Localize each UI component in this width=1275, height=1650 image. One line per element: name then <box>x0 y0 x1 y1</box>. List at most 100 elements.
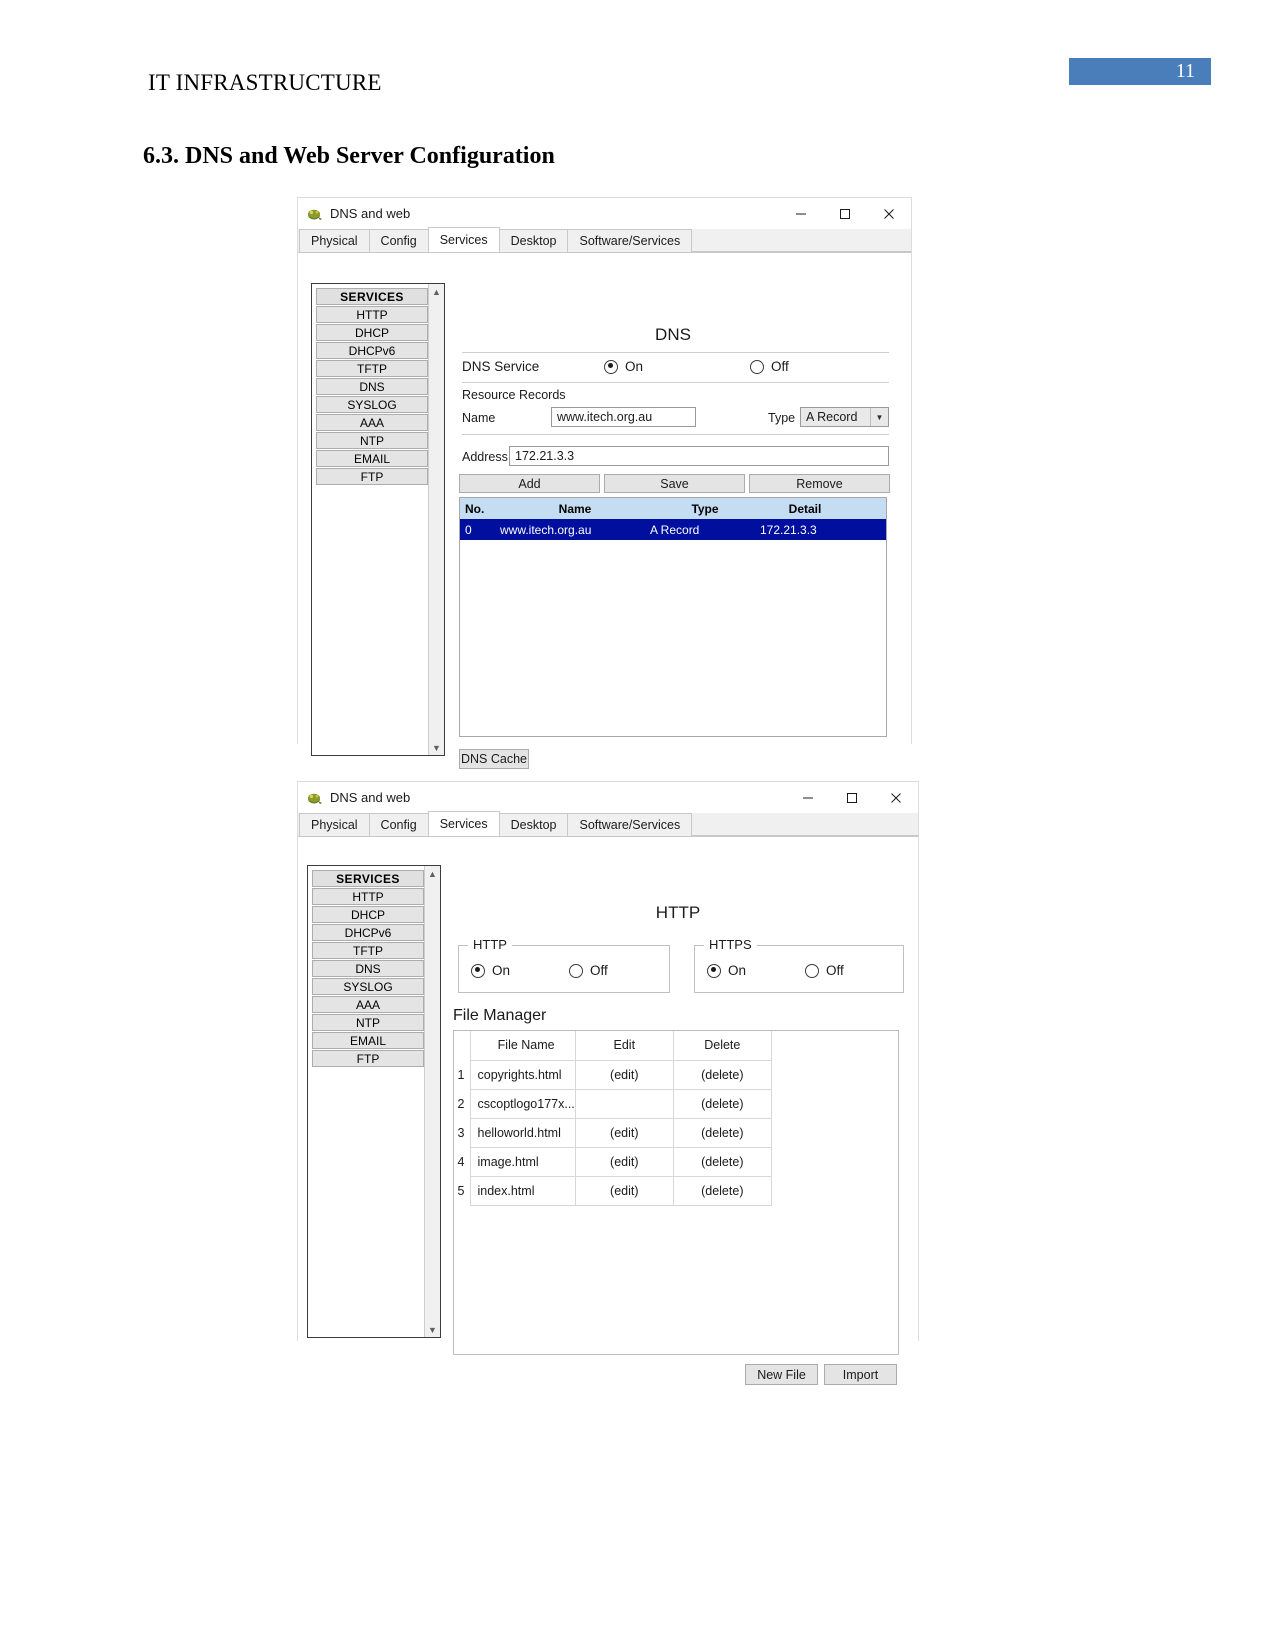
minimize-icon[interactable] <box>786 782 830 813</box>
tab-software-services[interactable]: Software/Services <box>567 229 693 252</box>
row-file-name: image.html <box>469 1146 576 1177</box>
sidebar-item-aaa[interactable]: AAA <box>312 996 424 1013</box>
sidebar-item-dhcpv6[interactable]: DHCPv6 <box>312 924 424 941</box>
row-delete-link[interactable]: (delete) <box>672 1117 772 1148</box>
chevron-up-icon[interactable]: ▲ <box>425 866 440 881</box>
sidebar-item-email[interactable]: EMAIL <box>312 1032 424 1049</box>
row-delete-link[interactable]: (delete) <box>672 1175 772 1206</box>
close-icon[interactable] <box>874 782 918 813</box>
sidebar-item-syslog[interactable]: SYSLOG <box>312 978 424 995</box>
tab-config[interactable]: Config <box>368 813 429 836</box>
file-manager-table: File Name Edit Delete 1 copyrights.html … <box>454 1031 772 1206</box>
add-button[interactable]: Add <box>459 474 600 493</box>
dns-service-label: DNS Service <box>462 359 540 374</box>
https-group-legend: HTTPS <box>704 937 757 952</box>
dns-service-off-radio[interactable]: Off <box>750 359 789 374</box>
new-file-button[interactable]: New File <box>745 1364 818 1385</box>
sidebar-item-syslog[interactable]: SYSLOG <box>316 396 428 413</box>
sidebar-item-dhcpv6[interactable]: DHCPv6 <box>316 342 428 359</box>
row-delete-link[interactable]: (delete) <box>672 1088 772 1119</box>
table-row: 3 helloworld.html (edit) (delete) <box>454 1117 772 1148</box>
sidebar-item-dhcp[interactable]: DHCP <box>316 324 428 341</box>
sidebar-item-tftp[interactable]: TFTP <box>316 360 428 377</box>
packet-tracer-device-icon <box>307 790 323 806</box>
divider-under-service <box>462 382 889 383</box>
sidebar-item-ftp[interactable]: FTP <box>312 1050 424 1067</box>
https-on-radio[interactable]: On <box>707 963 746 978</box>
table-row: 4 image.html (edit) (delete) <box>454 1146 772 1177</box>
sidebar-item-ntp[interactable]: NTP <box>316 432 428 449</box>
name-input[interactable]: www.itech.org.au <box>551 407 696 427</box>
sidebar-item-dns[interactable]: DNS <box>312 960 424 977</box>
https-group: HTTPS On Off <box>694 937 904 993</box>
packet-tracer-device-icon <box>307 206 323 222</box>
tab-desktop[interactable]: Desktop <box>498 813 569 836</box>
tab-software-services[interactable]: Software/Services <box>567 813 693 836</box>
http-off-radio[interactable]: Off <box>569 963 608 978</box>
https-on-label: On <box>728 963 747 978</box>
http-window-controls <box>786 782 918 813</box>
dns-content-pane: DNS DNS Service On Off Resource Records … <box>458 283 898 769</box>
column-header-type: Type <box>691 501 719 516</box>
dns-service-off-label: Off <box>771 359 789 374</box>
chevron-down-icon[interactable]: ▼ <box>870 408 888 426</box>
tab-services[interactable]: Services <box>427 811 500 836</box>
sidebar-scrollbar[interactable]: ▲ ▼ <box>424 866 440 1337</box>
chevron-up-icon[interactable]: ▲ <box>429 284 444 299</box>
row-edit-link[interactable]: (edit) <box>574 1175 674 1206</box>
chevron-down-icon[interactable]: ▼ <box>429 740 444 755</box>
dns-service-on-radio[interactable]: On <box>604 359 643 374</box>
sidebar-item-dns[interactable]: DNS <box>316 378 428 395</box>
section-heading: 6.3. DNS and Web Server Configuration <box>143 143 555 169</box>
close-icon[interactable] <box>867 198 911 229</box>
maximize-icon[interactable] <box>830 782 874 813</box>
tab-desktop[interactable]: Desktop <box>498 229 569 252</box>
row-file-name: helloworld.html <box>469 1117 576 1148</box>
row-index: 2 <box>457 1096 465 1111</box>
sidebar-item-aaa[interactable]: AAA <box>316 414 428 431</box>
tab-physical[interactable]: Physical <box>299 813 370 836</box>
http-services-list: SERVICES HTTP DHCP DHCPv6 TFTP DNS SYSLO… <box>312 870 424 1068</box>
sidebar-item-ntp[interactable]: NTP <box>312 1014 424 1031</box>
http-content-pane: HTTP HTTP On Off HTTPS On Off File Manag… <box>453 865 908 1385</box>
tab-physical[interactable]: Physical <box>299 229 370 252</box>
sidebar-item-email[interactable]: EMAIL <box>316 450 428 467</box>
sidebar-item-http[interactable]: HTTP <box>316 306 428 323</box>
file-manager-header-row: File Name Edit Delete <box>454 1031 772 1061</box>
http-panel-title: HTTP <box>655 903 701 922</box>
minimize-icon[interactable] <box>779 198 823 229</box>
sidebar-scrollbar[interactable]: ▲ ▼ <box>428 284 444 755</box>
row-edit-link <box>574 1088 674 1119</box>
name-label: Name <box>462 411 496 425</box>
row-delete-link[interactable]: (delete) <box>672 1059 772 1090</box>
address-label: Address <box>462 450 508 464</box>
sidebar-item-tftp[interactable]: TFTP <box>312 942 424 959</box>
save-button[interactable]: Save <box>604 474 745 493</box>
row-edit-link[interactable]: (edit) <box>574 1059 674 1090</box>
remove-button[interactable]: Remove <box>749 474 890 493</box>
tab-services[interactable]: Services <box>427 227 500 252</box>
http-on-radio[interactable]: On <box>471 963 510 978</box>
tab-config[interactable]: Config <box>368 229 429 252</box>
records-table-header: No. Name Type Detail <box>460 498 886 519</box>
column-header-index <box>454 1031 470 1060</box>
http-group-legend: HTTP <box>468 937 512 952</box>
type-select[interactable]: A Record ▼ <box>800 407 889 427</box>
import-button[interactable]: Import <box>824 1364 897 1385</box>
maximize-icon[interactable] <box>823 198 867 229</box>
row-delete-link[interactable]: (delete) <box>672 1146 772 1177</box>
https-off-radio[interactable]: Off <box>805 963 844 978</box>
http-tab-strip: Physical Config Services Desktop Softwar… <box>298 811 918 837</box>
row-edit-link[interactable]: (edit) <box>574 1146 674 1177</box>
address-input[interactable]: 172.21.3.3 <box>509 446 889 466</box>
row-edit-link[interactable]: (edit) <box>574 1117 674 1148</box>
dns-records-table[interactable]: No. Name Type Detail 0 www.itech.org.au … <box>459 497 887 737</box>
chevron-down-icon[interactable]: ▼ <box>425 1322 440 1337</box>
sidebar-item-http[interactable]: HTTP <box>312 888 424 905</box>
sidebar-item-ftp[interactable]: FTP <box>316 468 428 485</box>
row-index: 4 <box>457 1154 465 1169</box>
table-row[interactable]: 0 www.itech.org.au A Record 172.21.3.3 <box>460 519 886 540</box>
column-header-delete: Delete <box>672 1031 772 1061</box>
dns-cache-button[interactable]: DNS Cache <box>459 749 529 769</box>
sidebar-item-dhcp[interactable]: DHCP <box>312 906 424 923</box>
